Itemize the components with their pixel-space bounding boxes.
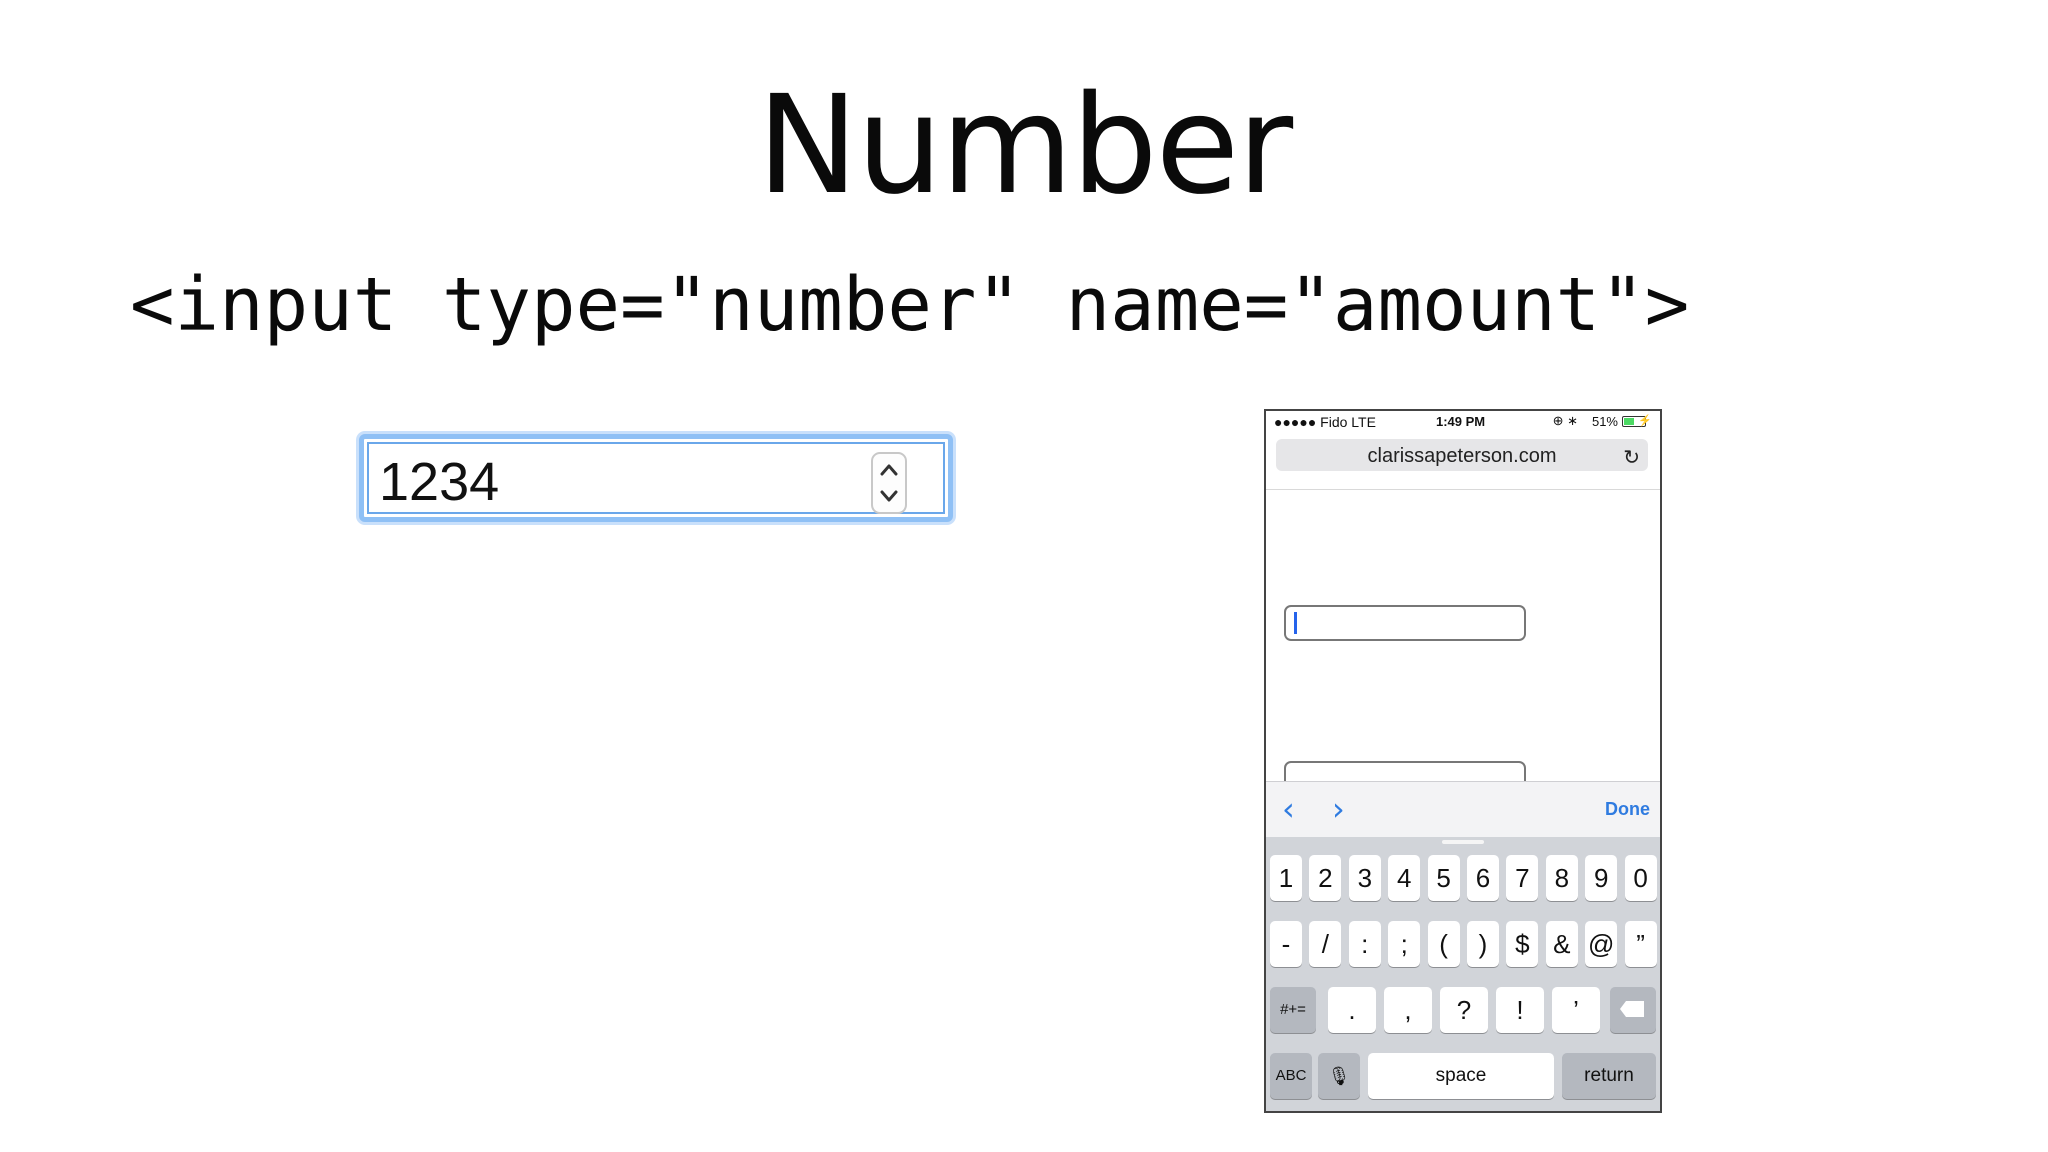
battery-level bbox=[1624, 418, 1634, 425]
key-punctuation[interactable]: . bbox=[1328, 987, 1376, 1033]
status-bar: ●●●●● Fido LTE 1:49 PM ⊕ ∗ 51% ⚡ bbox=[1266, 411, 1660, 431]
stepper-arrows-icon bbox=[880, 464, 898, 502]
number-input-desktop[interactable]: 1234 bbox=[359, 434, 953, 522]
key-symbol[interactable]: @ bbox=[1585, 921, 1618, 967]
code-snippet: <input type="number" name="amount"> bbox=[130, 262, 1690, 348]
number-input-frame: 1234 bbox=[367, 442, 945, 514]
key-punctuation[interactable]: ? bbox=[1440, 987, 1488, 1033]
key-7[interactable]: 7 bbox=[1506, 855, 1539, 901]
toolbar-divider bbox=[1266, 489, 1660, 490]
bluetooth-icon: ⊕ ∗ bbox=[1552, 413, 1578, 428]
key-5[interactable]: 5 bbox=[1427, 855, 1460, 901]
previous-field-icon[interactable]: ‹ bbox=[1282, 790, 1295, 828]
key-symbol[interactable]: ( bbox=[1427, 921, 1460, 967]
key-punctuation[interactable]: ’ bbox=[1552, 987, 1600, 1033]
carrier-label: ●●●●● Fido LTE bbox=[1274, 414, 1376, 430]
key-3[interactable]: 3 bbox=[1348, 855, 1381, 901]
key-symbol[interactable]: ; bbox=[1388, 921, 1421, 967]
abc-key[interactable]: ABC bbox=[1270, 1053, 1312, 1099]
backspace-icon bbox=[1620, 1001, 1644, 1017]
key-symbol[interactable]: : bbox=[1348, 921, 1381, 967]
key-punctuation[interactable]: , bbox=[1384, 987, 1432, 1033]
microphone-key[interactable]: 🎙 bbox=[1318, 1053, 1360, 1099]
symbols-toggle-key[interactable]: #+= bbox=[1270, 987, 1316, 1033]
charging-icon: ⚡ bbox=[1638, 415, 1652, 427]
number-input-value: 1234 bbox=[379, 452, 500, 512]
text-caret bbox=[1294, 612, 1297, 634]
address-bar[interactable]: clarissapeterson.com ↻ bbox=[1276, 439, 1648, 471]
key-symbol[interactable]: ) bbox=[1467, 921, 1499, 967]
battery-percent: 51% bbox=[1591, 414, 1618, 429]
backspace-key[interactable] bbox=[1610, 987, 1656, 1033]
key-9[interactable]: 9 bbox=[1585, 855, 1618, 901]
number-stepper[interactable] bbox=[871, 452, 907, 514]
keyboard-accessory-bar: ‹ › Done bbox=[1266, 781, 1660, 838]
reload-icon[interactable]: ↻ bbox=[1623, 445, 1640, 470]
slide: Number <input type="number" name="amount… bbox=[0, 0, 2048, 1152]
key-4[interactable]: 4 bbox=[1388, 855, 1421, 901]
slide-title: Number bbox=[756, 67, 1293, 225]
return-key[interactable]: return bbox=[1562, 1053, 1656, 1099]
status-time: 1:49 PM bbox=[1436, 414, 1486, 429]
key-symbol[interactable]: / bbox=[1309, 921, 1342, 967]
space-key[interactable]: space bbox=[1368, 1053, 1554, 1099]
key-2[interactable]: 2 bbox=[1309, 855, 1342, 901]
key-symbol[interactable]: & bbox=[1545, 921, 1578, 967]
done-button[interactable]: Done bbox=[1605, 799, 1650, 820]
key-0[interactable]: 0 bbox=[1624, 855, 1657, 901]
amount-field-focused[interactable] bbox=[1284, 605, 1526, 641]
key-symbol[interactable]: $ bbox=[1506, 921, 1539, 967]
number-keyboard: 1 2 3 4 5 6 7 8 9 0 - /:;() $ & @” #+=.,?!’ ABC 🎙 space ret… bbox=[1266, 837, 1660, 1111]
key-punctuation[interactable]: ! bbox=[1496, 987, 1544, 1033]
key-symbol[interactable]: ” bbox=[1624, 921, 1657, 967]
key-8[interactable]: 8 bbox=[1545, 855, 1578, 901]
url-text: clarissapeterson.com bbox=[1367, 445, 1557, 467]
next-field-icon[interactable]: › bbox=[1332, 790, 1345, 828]
key-6[interactable]: 6 bbox=[1467, 855, 1499, 901]
key-symbol[interactable]: - bbox=[1270, 921, 1302, 967]
phone-screenshot: ●●●●● Fido LTE 1:49 PM ⊕ ∗ 51% ⚡ clariss… bbox=[1264, 409, 1662, 1113]
keyboard-handle bbox=[1442, 840, 1484, 844]
key-1[interactable]: 1 bbox=[1270, 855, 1302, 901]
